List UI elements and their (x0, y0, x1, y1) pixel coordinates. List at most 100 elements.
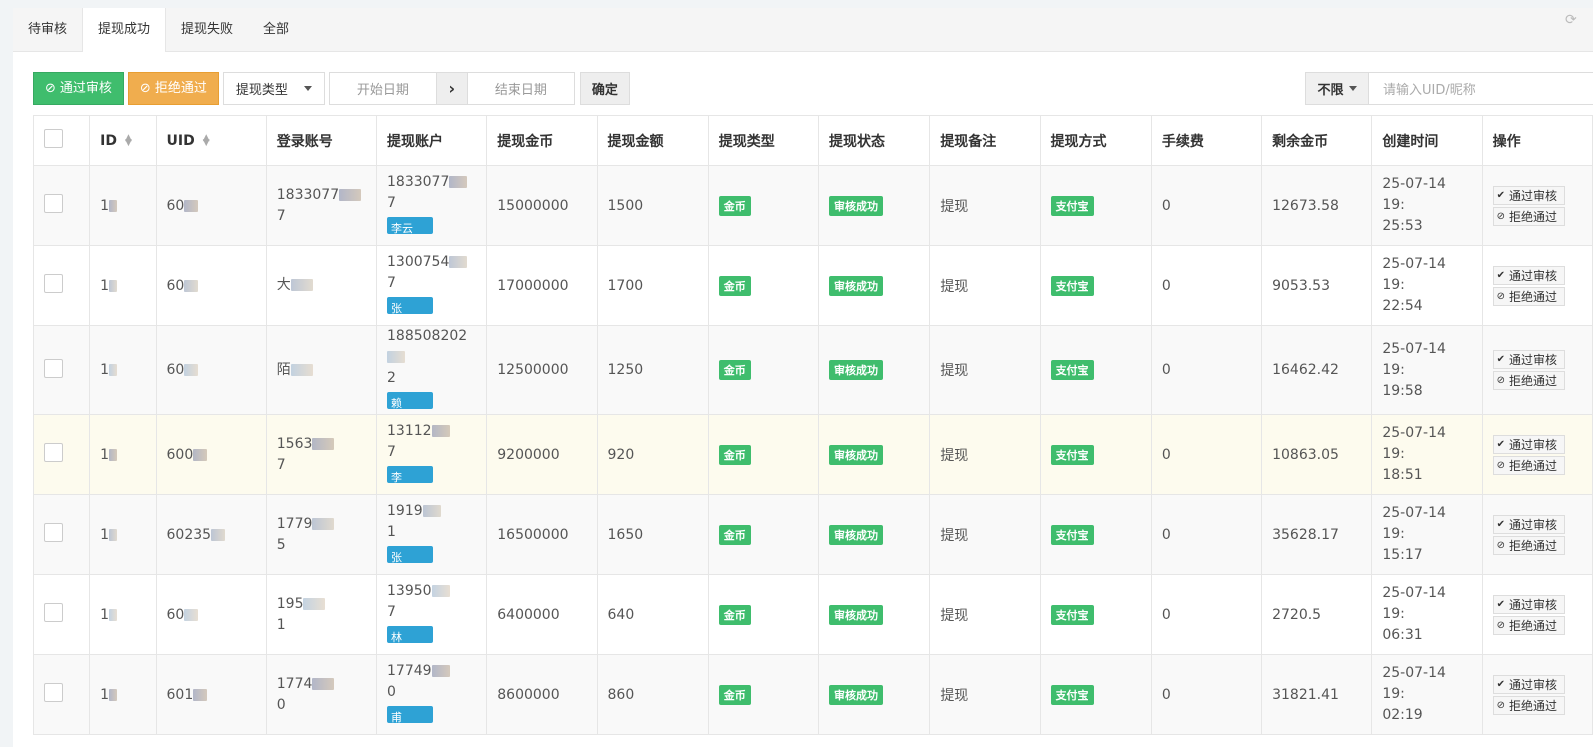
row-reject-button[interactable]: ⊘ 拒绝通过 (1492, 206, 1565, 226)
search-input[interactable]: 请输入UID/昵称 (1369, 72, 1593, 105)
row-reject-button[interactable]: ⊘ 拒绝通过 (1492, 286, 1565, 306)
confirm-button[interactable]: 确定 (579, 72, 630, 105)
cell-remark: 提现 (929, 414, 1041, 495)
ban-icon: ⊘ (1496, 375, 1505, 386)
cell-remain: 16462.42 (1261, 325, 1373, 415)
cell-method: 支付宝 (1039, 654, 1152, 735)
account-name-badge: 赖 (387, 392, 433, 410)
status-badge: 审核成功 (829, 684, 884, 705)
cell-method: 支付宝 (1039, 574, 1152, 655)
cell-created: 25-07-14 19: 22:54 (1371, 245, 1483, 326)
row-checkbox[interactable] (44, 443, 63, 462)
row-approve-button[interactable]: ✔ 通过审核 (1492, 674, 1565, 694)
row-checkbox[interactable] (44, 523, 63, 542)
col-remain: 剩余金币 (1261, 115, 1373, 166)
row-select-cell (32, 325, 91, 415)
col-uid[interactable]: UID ▲ ▼ (155, 115, 267, 166)
redacted-block (109, 199, 118, 212)
approve-button[interactable]: ⊘ 通过审核 (33, 72, 124, 105)
search-filter-select[interactable]: 不限 (1305, 72, 1369, 105)
withdraw-table: ID ▲ ▼ UID ▲ ▼ 登录账号 提现账户 提现金币 提现金额 提现类型 提现状态… (32, 115, 1593, 735)
row-reject-button[interactable]: ⊘ 拒绝通过 (1492, 535, 1565, 555)
redacted-block (109, 608, 118, 621)
cell-id: 1 (89, 414, 157, 495)
select-all-checkbox[interactable] (44, 129, 63, 148)
account-name-badge: 李 (387, 466, 433, 484)
redacted-block (312, 517, 335, 530)
cell-account: 1300754 7 张 (375, 245, 488, 326)
row-checkbox[interactable] (44, 358, 63, 378)
refresh-icon[interactable]: ⟳ (1565, 12, 1579, 28)
status-tabs: 待审核 提现成功 提现失败 全部 (13, 8, 1593, 53)
cell-login: 陌 (265, 325, 378, 415)
redacted-block (312, 677, 335, 690)
row-approve-button[interactable]: ✔ 通过审核 (1492, 185, 1565, 205)
ban-icon: ⊘ (1496, 699, 1505, 711)
row-approve-button[interactable]: ✔ 通过审核 (1492, 350, 1565, 369)
table-row[interactable]: 1 60235 1779 5 1919 1 张 16500000 1650 金币 审核… (32, 494, 1593, 575)
table-row[interactable]: 1 60 大 1300754 7 张 17000000 1700 金币 审核成功 提… (32, 245, 1593, 326)
col-account: 提现账户 (375, 115, 488, 166)
cell-amount: 920 (596, 414, 709, 495)
cell-remain: 10863.05 (1261, 414, 1373, 495)
row-approve-button[interactable]: ✔ 通过审核 (1492, 265, 1565, 285)
cell-type: 金币 (707, 165, 820, 246)
row-select-cell (32, 494, 91, 575)
method-badge: 支付宝 (1050, 524, 1094, 545)
cell-actions: ✔ 通过审核 ⊘ 拒绝通过 (1481, 414, 1593, 495)
cell-remain: 31821.41 (1261, 654, 1373, 735)
row-reject-button[interactable]: ⊘ 拒绝通过 (1492, 695, 1565, 715)
cell-uid: 60 (155, 325, 267, 415)
row-reject-button[interactable]: ⊘ 拒绝通过 (1492, 455, 1565, 475)
cell-coins: 16500000 (486, 494, 598, 575)
account-name-badge: 林 (387, 626, 433, 644)
row-checkbox[interactable] (44, 194, 63, 213)
end-date-input[interactable]: 结束日期 (466, 72, 575, 105)
cell-created: 25-07-14 19: 19:58 (1371, 325, 1483, 415)
cell-account: 13950 7 林 (375, 574, 488, 655)
reject-button[interactable]: ⊘ 拒绝通过 (127, 72, 219, 105)
cell-type: 金币 (707, 494, 820, 575)
tab-all[interactable]: 全部 (248, 8, 304, 52)
col-id[interactable]: ID ▲ ▼ (89, 115, 157, 166)
cell-method: 支付宝 (1039, 414, 1152, 495)
redacted-block (109, 688, 118, 701)
row-approve-button[interactable]: ✔ 通过审核 (1492, 434, 1565, 454)
row-reject-button[interactable]: ⊘ 拒绝通过 (1492, 371, 1565, 390)
row-checkbox[interactable] (44, 683, 63, 702)
cell-actions: ✔ 通过审核 ⊘ 拒绝通过 (1481, 494, 1593, 575)
tab-success[interactable]: 提现成功 (82, 8, 167, 53)
cell-id: 1 (89, 654, 157, 735)
row-select-cell (32, 414, 91, 495)
redacted-block (387, 351, 405, 363)
cell-amount: 860 (596, 654, 709, 735)
row-approve-button[interactable]: ✔ 通过审核 (1492, 594, 1565, 614)
redacted-block (449, 176, 468, 188)
cell-method: 支付宝 (1039, 245, 1152, 326)
sort-icon: ▲ ▼ (124, 132, 132, 148)
table-row[interactable]: 1 60 陌 188508202 2 赖 12500000 1250 金币 审核成功… (32, 325, 1593, 415)
cell-account: 1833077 7 李云 (375, 165, 488, 246)
col-actions: 操作 (1481, 115, 1593, 166)
tab-failed[interactable]: 提现失败 (166, 8, 248, 52)
row-select-cell (32, 574, 91, 655)
cell-actions: ✔ 通过审核 ⊘ 拒绝通过 (1481, 325, 1593, 415)
table-row[interactable]: 1 60 1833077 7 1833077 7 李云 15000000 1500 金… (32, 165, 1593, 246)
cell-created: 25-07-14 19: 15:17 (1371, 494, 1483, 575)
start-date-input[interactable]: 开始日期 (328, 72, 437, 105)
table-row[interactable]: 1 600 1563 7 13112 7 李 9200000 920 金币 审核成功 … (32, 414, 1593, 495)
ban-icon: ⊘ (1496, 210, 1505, 222)
tab-pending[interactable]: 待审核 (13, 8, 82, 52)
method-badge: 支付宝 (1050, 195, 1094, 216)
cell-status: 审核成功 (818, 414, 931, 495)
row-checkbox[interactable] (44, 274, 63, 293)
table-row[interactable]: 1 601 1774 0 17749 0 甫 8600000 860 金币 审核成功 … (32, 654, 1593, 735)
cell-coins: 9200000 (486, 414, 598, 495)
row-approve-button[interactable]: ✔ 通过审核 (1492, 514, 1565, 534)
row-reject-button[interactable]: ⊘ 拒绝通过 (1492, 615, 1565, 635)
table-row[interactable]: 1 60 195 1 13950 7 林 6400000 640 金币 审核成功 提现… (32, 574, 1593, 655)
cell-created: 25-07-14 19: 06:31 (1371, 574, 1483, 655)
method-badge: 支付宝 (1050, 275, 1094, 296)
withdraw-type-select[interactable]: 提现类型 (222, 72, 325, 105)
row-checkbox[interactable] (44, 603, 63, 622)
